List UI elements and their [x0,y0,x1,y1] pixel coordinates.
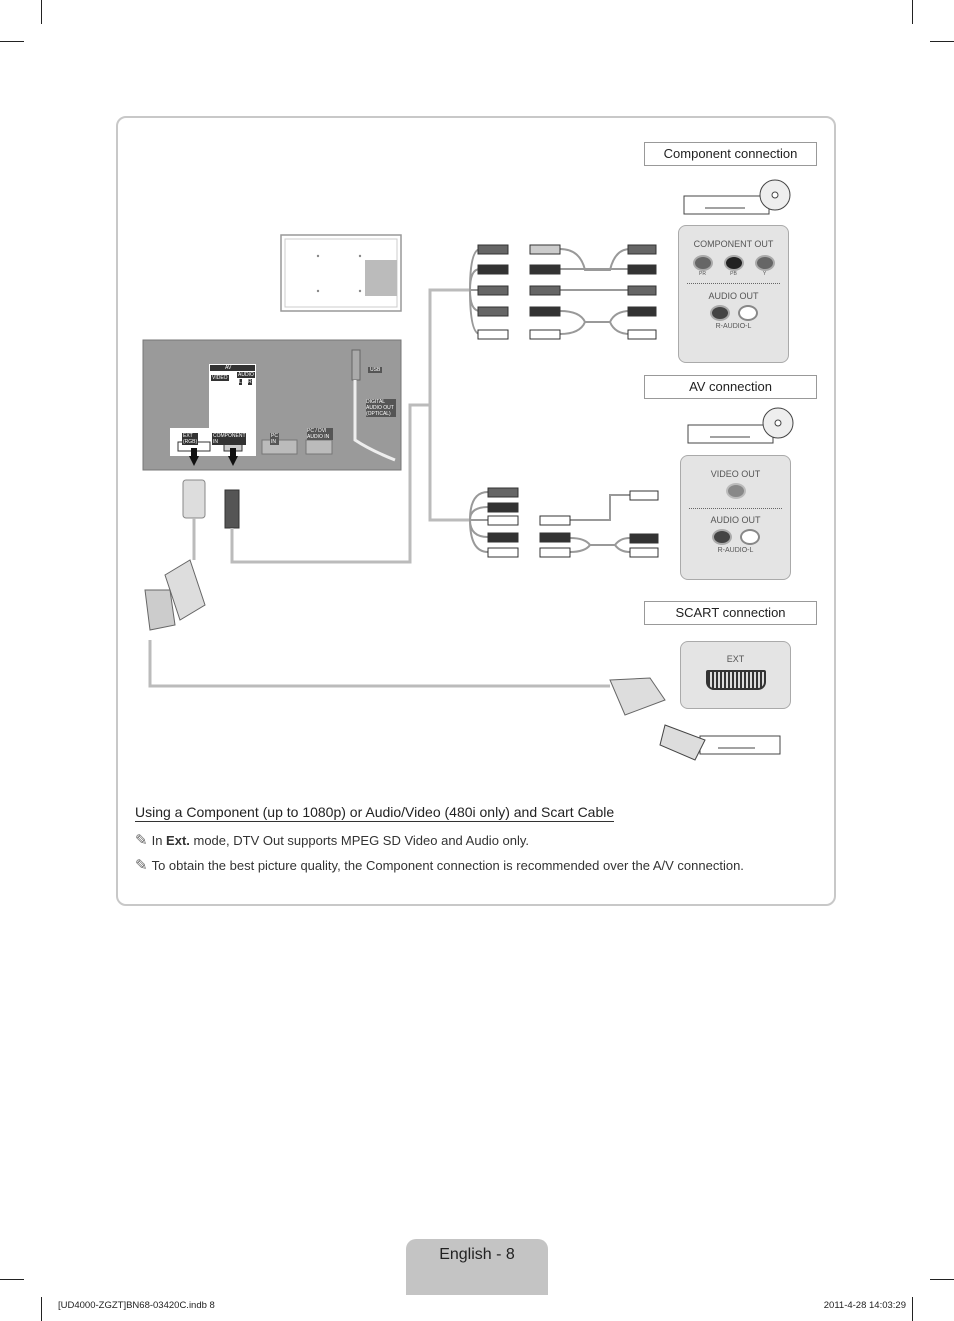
ext-label: EXT [726,654,745,664]
jack-y: Y [754,255,775,277]
crop-mark [912,1297,913,1321]
crop-mark [0,1279,24,1280]
crop-mark [930,1279,954,1280]
av-jack-icon [224,489,240,529]
ext-rgb-label: EXT (RGB) [182,433,199,445]
jack-pb: PB [723,255,744,277]
tv-back-icon [280,234,402,312]
jack-audio-r [711,529,732,545]
jack-audio-l [739,529,760,545]
video-out-label: VIDEO OUT [710,469,761,479]
scart-socket-icon [705,670,766,690]
digital-audio-out-label: DIGITAL AUDIO OUT (OPTICAL) [366,399,396,417]
av-out-panel: VIDEO OUT AUDIO OUT R-AUDIO-L [680,455,791,580]
scart-out-panel: EXT [680,641,791,709]
usb-label: USB [368,367,383,373]
av-connection-label: AV connection [644,375,817,399]
scart-adapter-icon [182,479,206,519]
dvd-player-icon [683,179,791,215]
scart-plug-icon [609,677,666,716]
section-heading: Using a Component (up to 1080p) or Audio… [135,804,615,822]
audio-out-label: AUDIO OUT [708,291,759,301]
pc-dvi-audio-in-label: PC / DVI AUDIO IN [307,428,333,440]
jack-video [725,483,746,499]
audio-label: AUDIO [237,372,255,378]
pencil-note-icon: ✎ [135,857,148,874]
connection-diagram [142,179,794,761]
r-audio-l-label: R-AUDIO-L [717,547,754,554]
note-ext-mode: ✎ In Ext. mode, DTV Out supports MPEG SD … [135,832,530,849]
rca-plugs [477,244,659,558]
pencil-note-icon: ✎ [135,832,148,849]
page-number-tab: English - 8 [406,1239,548,1295]
scart-plug-icon [144,559,206,631]
dvd-player-icon [687,407,794,444]
footer-file: [UD4000-ZGZT]BN68-03420C.indb 8 [58,1300,215,1311]
tv-rear-panel [142,339,402,471]
jack-audio-r [709,305,730,321]
crop-mark [41,1297,42,1321]
jack-audio-l [737,305,758,321]
footer-timestamp: 2011-4-28 14:03:29 [823,1300,906,1311]
component-out-panel: COMPONENT OUT PR PB Y AUDIO OUT R-AUDIO-… [678,225,789,363]
dvd-player-icon [659,724,781,761]
component-in-label: COMPONENT IN [212,433,247,445]
audio-out-label: AUDIO OUT [710,515,761,525]
component-out-label: COMPONENT OUT [693,239,774,249]
jack-pr: PR [692,255,713,277]
note-picture-quality: ✎ To obtain the best picture quality, the… [135,857,744,874]
r-audio-l-label: R-AUDIO-L [715,323,752,330]
video-label: VIDEO [211,375,229,381]
component-connection-label: Component connection [644,142,817,166]
audio-l-label: L [239,379,242,385]
scart-connection-label: SCART connection [644,601,817,625]
audio-r-label: R [248,379,252,385]
pc-in-label: PC IN [270,433,279,445]
